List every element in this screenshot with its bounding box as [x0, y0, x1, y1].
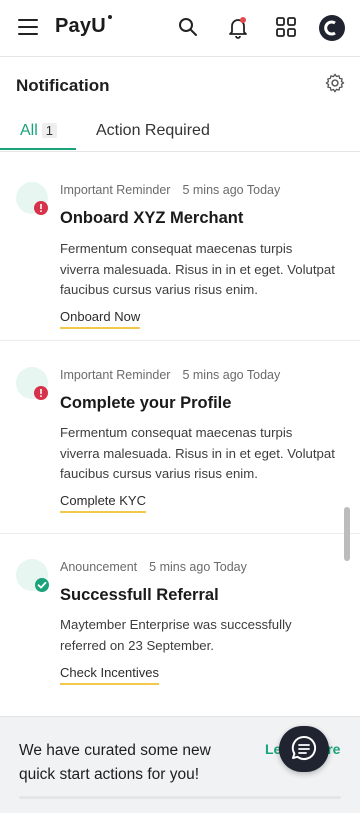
avatar-logo-icon [324, 20, 336, 36]
check-icon [35, 578, 49, 592]
scrollbar[interactable] [344, 507, 350, 561]
chat-button[interactable] [279, 726, 329, 772]
payu-logo[interactable]: PayU [55, 15, 112, 38]
active-tab-indicator [0, 148, 76, 150]
onboard-now-link[interactable]: Onboard Now [60, 309, 141, 329]
notification-time: 5 mins ago Today [182, 183, 281, 197]
menu-icon[interactable] [18, 19, 38, 35]
banner-edge [19, 796, 341, 799]
complete-kyc-link[interactable]: Complete KYC [60, 493, 146, 513]
alert-icon [34, 386, 48, 400]
logo-mark [107, 15, 112, 19]
page-header: Notification [0, 57, 360, 107]
notification-meta: Anouncement 5 mins ago Today [60, 560, 247, 574]
logo-prefix: Pay [55, 15, 92, 37]
notification-tabs: All 1 Action Required [0, 112, 360, 152]
bell-icon[interactable] [226, 15, 250, 39]
top-bar: PayU [0, 0, 360, 57]
notification-body: Fermentum consequat maecenas turpis vive… [60, 241, 335, 297]
settings-gear-icon[interactable] [324, 72, 346, 94]
notification-category: Important Reminder [60, 368, 171, 382]
notification-meta: Important Reminder 5 mins ago Today [60, 368, 280, 382]
logo-suffix: U [91, 15, 106, 37]
notification-meta: Important Reminder 5 mins ago Today [60, 183, 280, 197]
notification-category: Important Reminder [60, 183, 171, 197]
page-title: Notification [16, 76, 110, 95]
tab-all-count: 1 [41, 123, 58, 138]
search-icon[interactable] [176, 15, 200, 39]
notification-time: 5 mins ago Today [149, 560, 247, 574]
apps-grid-icon[interactable] [274, 15, 298, 39]
notification-body: Fermentum consequat maecenas turpis vive… [60, 425, 335, 481]
notification-title: Complete your Profile [60, 394, 232, 412]
tab-action-required[interactable]: Action Required [96, 122, 210, 140]
notification-title: Successfull Referral [60, 586, 219, 604]
notification-body: Maytember Enterprise was successfully re… [60, 617, 292, 653]
alert-icon [34, 201, 48, 215]
notification-time: 5 mins ago Today [182, 368, 281, 382]
notification-category: Anouncement [60, 560, 138, 574]
notification-card[interactable]: Important Reminder 5 mins ago Today Onboa… [0, 152, 360, 341]
chat-icon [291, 735, 317, 760]
check-incentives-link[interactable]: Check Incentives [60, 665, 159, 685]
notification-card[interactable]: Important Reminder 5 mins ago Today Compl… [0, 341, 360, 534]
notification-title: Onboard XYZ Merchant [60, 209, 244, 227]
banner-text: We have curated some new quick start act… [19, 742, 211, 783]
notification-dot [240, 17, 246, 23]
notification-card[interactable]: Anouncement 5 mins ago Today Successfull … [0, 534, 360, 714]
tab-all[interactable]: All 1 [20, 122, 58, 140]
tab-all-label: All [20, 122, 38, 139]
avatar[interactable] [319, 15, 345, 41]
